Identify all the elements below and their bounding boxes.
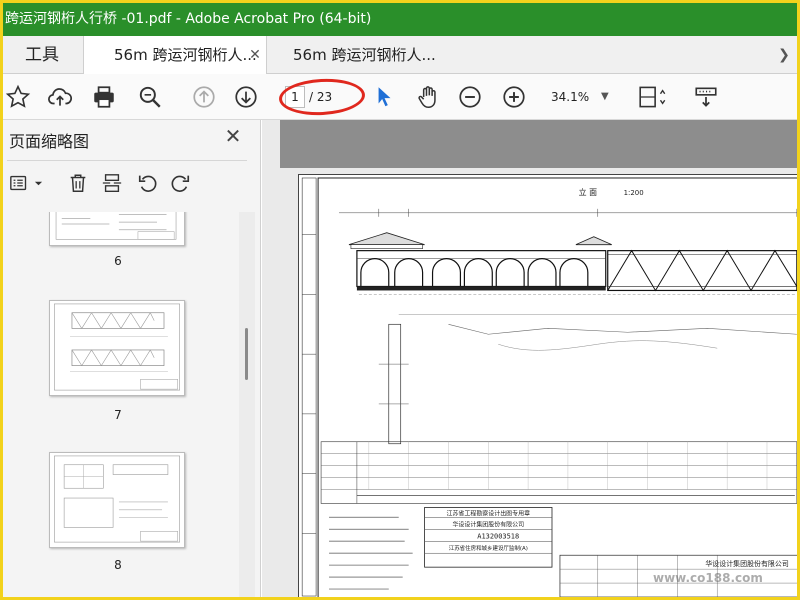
thumbnail-scrollbar[interactable] bbox=[239, 212, 255, 597]
scrollbar-thumb[interactable] bbox=[245, 328, 248, 380]
tab-document-2[interactable]: 56m 跨运河钢桁人... bbox=[267, 36, 467, 74]
star-icon[interactable] bbox=[3, 82, 33, 112]
rotate-ccw-icon[interactable] bbox=[135, 170, 161, 196]
thumbnail-page-number: 6 bbox=[114, 254, 122, 268]
watermark-text: www.co188.com bbox=[653, 571, 763, 585]
delete-page-icon[interactable] bbox=[65, 170, 91, 196]
document-viewport[interactable]: 江苏省工程勘察设计出图专用章 华设设计集团股份有限公司 A132003518 江… bbox=[262, 120, 797, 597]
company-name: 华设设计集团股份有限公司 bbox=[705, 559, 788, 568]
print-icon[interactable] bbox=[89, 82, 119, 112]
annotation-circle bbox=[278, 76, 366, 118]
zoom-in-icon[interactable] bbox=[499, 82, 529, 112]
drawing-scale: 1:200 bbox=[624, 189, 644, 197]
thumbnail-panel: 页面缩略图 ✕ 6 7 8 bbox=[3, 120, 261, 597]
page-thumbnail[interactable] bbox=[49, 452, 185, 548]
zoom-dropdown-icon[interactable]: ▼ bbox=[601, 86, 609, 108]
drawing-title: 立 面 bbox=[579, 187, 597, 197]
hand-icon[interactable] bbox=[413, 82, 443, 112]
scroll-mode-icon[interactable] bbox=[691, 82, 721, 112]
previous-page-edge bbox=[280, 120, 797, 168]
close-panel-icon[interactable]: ✕ bbox=[221, 124, 245, 148]
cert-number: A132003518 bbox=[477, 532, 519, 540]
stamp-line-2: 华设设计集团股份有限公司 bbox=[452, 520, 524, 528]
stamp-org: 江苏省住房和城乡建设厅监制(A) bbox=[449, 544, 528, 552]
fit-page-icon[interactable] bbox=[635, 82, 671, 112]
page-down-icon[interactable] bbox=[231, 82, 261, 112]
main-toolbar: 1 / 23 34.1% ▼ bbox=[3, 74, 797, 120]
close-tab-icon[interactable]: ✕ bbox=[246, 36, 264, 74]
thumbnail-list: 6 7 8 bbox=[3, 212, 239, 597]
tab-document-active[interactable]: 56m 跨运河钢桁人... bbox=[83, 36, 267, 74]
rotate-cw-icon[interactable] bbox=[167, 170, 193, 196]
page-up-icon[interactable] bbox=[189, 82, 219, 112]
pdf-page[interactable]: 江苏省工程勘察设计出图专用章 华设设计集团股份有限公司 A132003518 江… bbox=[298, 174, 797, 597]
zoom-search-icon[interactable] bbox=[135, 82, 165, 112]
options-dropdown-icon[interactable] bbox=[31, 170, 45, 196]
thumbnail-options-icon[interactable] bbox=[7, 170, 33, 196]
cloud-upload-icon[interactable] bbox=[45, 82, 75, 112]
engineering-drawing: 江苏省工程勘察设计出图专用章 华设设计集团股份有限公司 A132003518 江… bbox=[301, 177, 797, 597]
tab-scroll-icon[interactable]: ❯ bbox=[775, 43, 793, 67]
page-thumbnail[interactable] bbox=[49, 300, 185, 396]
insert-page-icon[interactable] bbox=[99, 170, 125, 196]
zoom-level[interactable]: 34.1% bbox=[551, 86, 589, 108]
panel-title: 页面缩略图 bbox=[9, 132, 90, 151]
zoom-out-icon[interactable] bbox=[455, 82, 485, 112]
tab-tools[interactable]: 工具 bbox=[3, 36, 81, 74]
page-thumbnail[interactable] bbox=[49, 212, 185, 246]
thumbnail-toolbar bbox=[3, 166, 261, 200]
cursor-select-icon[interactable] bbox=[369, 82, 399, 112]
tab-bar: 工具 56m 跨运河钢桁人... ✕ 56m 跨运河钢桁人... ❯ bbox=[3, 36, 797, 74]
stamp-line-1: 江苏省工程勘察设计出图专用章 bbox=[447, 509, 531, 517]
panel-divider bbox=[7, 160, 247, 161]
thumbnail-page-number: 7 bbox=[114, 408, 122, 422]
thumbnail-page-number: 8 bbox=[114, 558, 122, 572]
window-title: 跨运河钢桁人行桥 -01.pdf - Adobe Acrobat Pro (64… bbox=[3, 3, 797, 36]
app-window: 跨运河钢桁人行桥 -01.pdf - Adobe Acrobat Pro (64… bbox=[0, 0, 800, 600]
